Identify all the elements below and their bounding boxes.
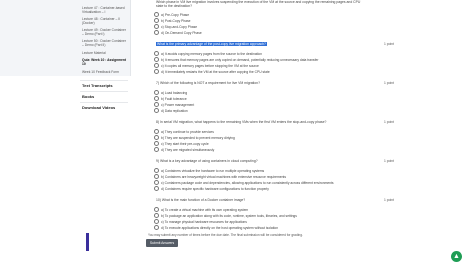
sidebar-link[interactable]: – Demo (Part II) [82,43,128,47]
answer-option[interactable]: b) They are suspended to prevent memory … [154,135,235,140]
sidebar-link[interactable]: Virtualization – I [82,10,128,14]
question-text: 10) What is the main function of a Docke… [156,198,246,202]
answer-option[interactable]: c) To manage physical hardware resources… [154,219,247,224]
answer-option[interactable]: b) Post-Copy Phase [154,18,191,23]
radio-icon[interactable] [154,12,159,17]
sidebar-link[interactable]: Lecture Material [82,51,128,55]
points-label: 1 point [384,42,394,46]
answer-option[interactable]: d) It immediately restarts the VM at the… [154,69,270,74]
answer-option[interactable]: b) Fault tolerance [154,96,187,101]
radio-icon[interactable] [154,147,159,152]
radio-icon[interactable] [154,57,159,62]
radio-icon[interactable] [154,174,159,179]
radio-icon[interactable] [154,207,159,212]
answer-option[interactable]: b) It ensures that memory pages are only… [154,57,318,62]
radio-icon[interactable] [154,102,159,107]
question-text: 7) Which of the following is NOT a requi… [156,81,260,85]
radio-icon[interactable] [154,129,159,134]
answer-option[interactable]: d) Data replication [154,108,188,113]
answer-option[interactable]: c) They start their pre-copy cycle [154,141,209,146]
question-text: 9) What is a key advantage of using cont… [156,159,258,163]
answer-option[interactable]: d) Containers require specific hardware … [154,186,269,191]
sidebar-section-text-transcripts[interactable]: Text Transcripts [82,83,113,88]
radio-icon[interactable] [154,168,159,173]
cursor-marker [86,233,89,251]
radio-icon[interactable] [154,180,159,185]
sidebar-link-active[interactable]: 10 [82,62,128,66]
points-label: 1 point [384,159,394,163]
answer-option[interactable]: b) Containers are heavyweight virtual ma… [154,174,286,179]
radio-icon[interactable] [154,24,159,29]
radio-icon[interactable] [154,69,159,74]
radio-icon[interactable] [154,90,159,95]
divider [80,91,128,92]
radio-icon[interactable] [154,141,159,146]
answer-option[interactable]: b) To package an application along with … [154,213,297,218]
answer-option[interactable]: c) It copies all memory pages before sto… [154,63,259,68]
radio-icon[interactable] [154,51,159,56]
sidebar-link[interactable]: (Docker) [82,21,128,25]
answer-option[interactable]: a) Load balancing [154,90,187,95]
radio-icon[interactable] [154,219,159,224]
answer-option[interactable]: a) It avoids copying memory pages from t… [154,51,262,56]
radio-icon[interactable] [154,225,159,230]
answer-option[interactable]: c) Containers package code and dependenc… [154,180,334,185]
question-text: 8) In serial VM migration, what happens … [156,120,327,124]
answer-option[interactable]: d) To execute applications directly on t… [154,225,278,230]
radio-icon[interactable] [154,108,159,113]
radio-icon[interactable] [154,135,159,140]
radio-icon[interactable] [154,96,159,101]
answer-option[interactable]: a) Containers virtualize the hardware to… [154,168,264,173]
divider [80,80,128,81]
sidebar: Lecture 47 : Container-based Virtualizat… [0,0,131,266]
answer-option[interactable]: a) To create a virtual machine with its … [154,207,248,212]
radio-icon[interactable] [154,63,159,68]
answer-option[interactable]: d) They are migrated simultaneously [154,147,214,152]
answer-option[interactable]: c) Stop-and-Copy Phase [154,24,197,29]
question-text: What is the primary advantage of the pos… [156,42,267,46]
divider [80,102,128,103]
sidebar-link[interactable]: Week 10 Feedback Form [82,70,128,74]
answer-option[interactable]: c) Power management [154,102,194,107]
answer-option[interactable]: a) They continue to provide services [154,129,214,134]
points-label: 1 point [384,120,394,124]
radio-icon[interactable] [154,186,159,191]
points-label: 1 point [384,81,394,85]
question-text: state to the destination? [156,4,193,8]
sidebar-section-download-videos[interactable]: Download Videos [82,105,115,110]
radio-icon[interactable] [154,213,159,218]
radio-icon[interactable] [154,30,159,35]
scroll-up-icon[interactable]: ▲ [451,251,462,262]
radio-icon[interactable] [154,18,159,23]
points-label: 1 point [384,198,394,202]
quiz-content: Which phase in VM live migration involve… [148,0,400,266]
sidebar-section-books[interactable]: Books [82,94,94,99]
answer-option[interactable]: a) Pre-Copy Phase [154,12,189,17]
sidebar-link[interactable]: – Demo (Part I) [82,32,128,36]
answer-option[interactable]: d) On-Demand Copy Phase [154,30,202,35]
submit-answers-button[interactable]: Submit Answers [146,239,178,247]
submission-note: You may submit any number of times befor… [148,233,303,237]
